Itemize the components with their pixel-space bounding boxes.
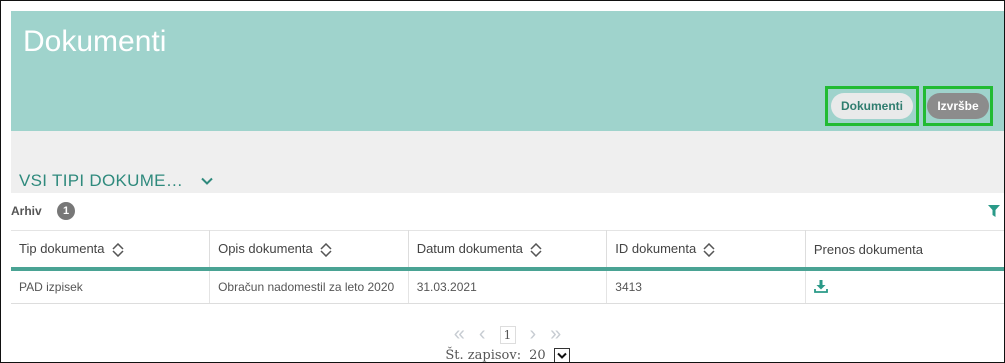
document-type-filter[interactable]: VSI TIPI DOKUME… <box>19 171 213 191</box>
filter-label: VSI TIPI DOKUME… <box>19 171 184 190</box>
cell-tip: PAD izpisek <box>11 269 211 304</box>
filter-band: VSI TIPI DOKUME… <box>11 131 1004 193</box>
cell-prenos <box>805 269 1004 304</box>
archive-row: Arhiv 1 <box>11 199 1004 227</box>
sort-icon[interactable] <box>111 242 125 257</box>
dokumenti-button-frame: Dokumenti <box>825 86 919 126</box>
cell-id: 3413 <box>606 269 806 304</box>
column-header-label: Tip dokumenta <box>19 241 105 257</box>
archive-label[interactable]: Arhiv <box>11 204 42 218</box>
app-frame: Dokumenti Dokumenti Izvršbe VSI TIPI DOK… <box>0 0 1005 363</box>
column-header-tip[interactable]: Tip dokumenta <box>11 230 211 271</box>
table-row: PAD izpisek Obračun nadomestil za leto 2… <box>11 269 1004 304</box>
archive-count-badge: 1 <box>57 202 75 220</box>
pagination: « ‹ 1 › » Št. zapisov: 20 <box>11 323 1004 363</box>
izvrsbe-button[interactable]: Izvršbe <box>927 93 989 119</box>
chevron-down-icon <box>556 352 567 359</box>
records-value: 20 <box>529 348 546 363</box>
next-page-button[interactable]: › <box>530 323 537 346</box>
column-header-datum[interactable]: Datum dokumenta <box>408 230 608 271</box>
column-header-label: ID dokumenta <box>615 241 697 257</box>
table-header-row: Tip dokumenta Opis dokumenta Datum dokum… <box>11 230 1004 271</box>
cell-datum: 31.03.2021 <box>408 269 608 304</box>
dokumenti-button[interactable]: Dokumenti <box>830 93 913 119</box>
last-page-button[interactable]: » <box>550 323 561 346</box>
column-header-label: Opis dokumenta <box>218 241 313 257</box>
column-header-label: Prenos dokumenta <box>813 241 923 257</box>
records-per-page: Št. zapisov: 20 <box>445 348 570 363</box>
sort-icon[interactable] <box>702 242 716 257</box>
download-icon[interactable] <box>813 279 828 293</box>
prev-page-button[interactable]: ‹ <box>479 323 486 346</box>
first-page-button[interactable]: « <box>454 323 465 346</box>
izvrsbe-button-frame: Izvršbe <box>923 86 993 126</box>
documents-table: Tip dokumenta Opis dokumenta Datum dokum… <box>11 230 1004 304</box>
page-header: Dokumenti Dokumenti Izvršbe <box>11 11 1004 131</box>
sort-icon[interactable] <box>529 242 543 257</box>
cell-opis: Obračun nadomestil za leto 2020 <box>209 269 409 304</box>
filter-funnel-icon[interactable] <box>988 205 1000 217</box>
column-header-prenos: Prenos dokumenta <box>805 230 1004 271</box>
sort-icon[interactable] <box>319 242 333 257</box>
page-title: Dokumenti <box>23 25 167 58</box>
records-label: Št. zapisov: <box>445 348 522 363</box>
chevron-down-icon <box>201 177 213 185</box>
column-header-id[interactable]: ID dokumenta <box>606 230 806 271</box>
pagination-controls: « ‹ 1 › » <box>454 323 562 346</box>
current-page[interactable]: 1 <box>499 325 516 344</box>
column-header-label: Datum dokumenta <box>416 241 523 257</box>
column-header-opis[interactable]: Opis dokumenta <box>209 230 409 271</box>
records-select[interactable] <box>553 348 570 362</box>
